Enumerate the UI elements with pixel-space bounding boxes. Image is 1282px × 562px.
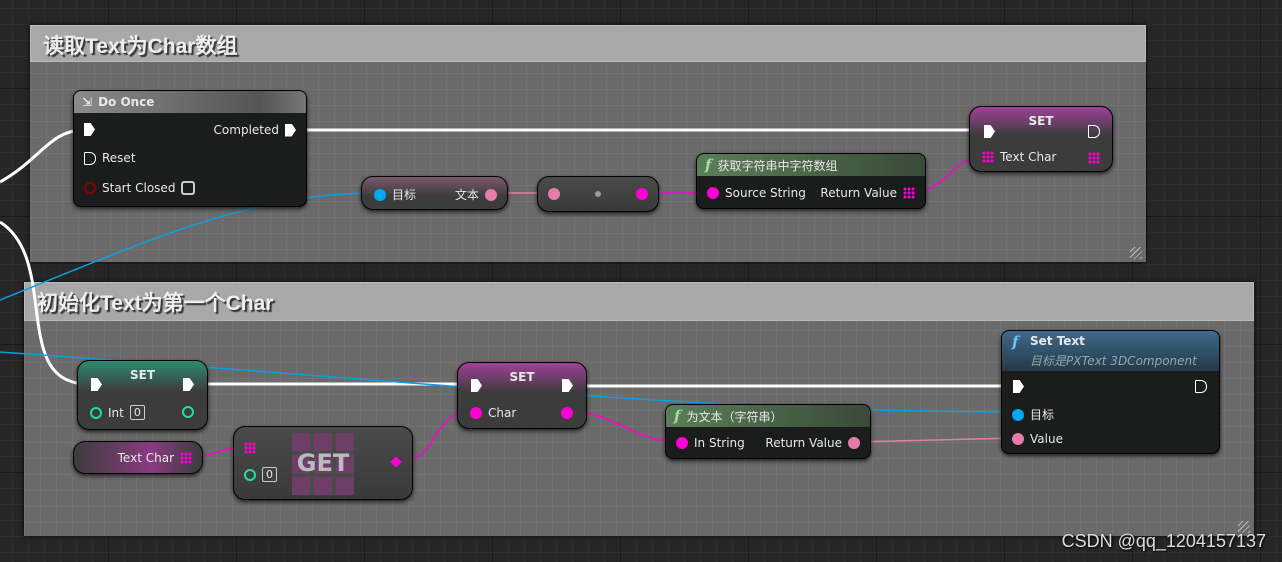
start-closed-label: Start Closed <box>102 181 176 195</box>
var-label: Text Char <box>1000 150 1057 164</box>
node-title: 获取字符串中字符数组 <box>717 158 838 173</box>
text-char-getter-node[interactable]: Text Char <box>73 441 203 474</box>
set-char-node[interactable]: SET Char <box>457 362 587 429</box>
set-text-node[interactable]: f Set Text 目标是PXText 3DComponent 目标 Valu… <box>1001 330 1220 454</box>
index-pin[interactable] <box>244 468 256 481</box>
text-wire <box>851 437 1018 443</box>
function-icon: f <box>705 156 712 174</box>
int-in-pin[interactable] <box>90 406 102 419</box>
conversion-node[interactable] <box>537 176 659 212</box>
object-wire <box>0 192 377 301</box>
return-value-label: Return Value <box>820 186 897 200</box>
var-label: Text Char <box>117 451 174 465</box>
exec-out-pin[interactable] <box>1088 125 1100 138</box>
var-label: Int <box>108 405 124 420</box>
exec-in-pin[interactable] <box>1013 380 1024 393</box>
return-value-pin[interactable] <box>848 437 860 449</box>
index-input[interactable]: 0 <box>262 467 277 482</box>
do-once-node[interactable]: ⇲ Do Once Completed Reset Start Closed <box>73 90 307 207</box>
in-string-label: In String <box>694 436 745 450</box>
text-label: 文本 <box>454 188 479 202</box>
watermark: CSDN @qq_1204157137 <box>1061 531 1266 551</box>
source-string-pin[interactable] <box>707 187 719 199</box>
int-out-pin[interactable] <box>182 406 194 418</box>
return-array-pin[interactable] <box>903 187 915 199</box>
start-closed-pin[interactable] <box>84 182 96 194</box>
reset-label: Reset <box>102 151 136 165</box>
target-pin[interactable] <box>1012 408 1024 421</box>
conv-dot-icon <box>595 191 601 197</box>
var-label: Char <box>488 406 517 420</box>
get-text-node[interactable]: 目标 文本 <box>361 176 508 210</box>
completed-label: Completed <box>213 123 279 137</box>
text-pin[interactable] <box>485 188 497 201</box>
text-char-in-pin[interactable] <box>982 151 994 163</box>
conv-out-pin[interactable] <box>636 188 648 200</box>
do-once-icon: ⇲ <box>82 95 93 109</box>
node-title: Set Text <box>1030 334 1085 348</box>
target-label: 目标 <box>1030 408 1055 422</box>
start-closed-checkbox[interactable] <box>181 181 196 195</box>
exec-wire <box>0 220 89 386</box>
set-int-node[interactable]: SET Int 0 <box>77 360 208 430</box>
value-label: Value <box>1030 432 1063 446</box>
node-subtitle: 目标是PXText 3DComponent <box>1030 354 1197 368</box>
reset-pin[interactable] <box>84 151 96 165</box>
source-string-label: Source String <box>725 186 806 200</box>
node-title: GET <box>296 449 350 477</box>
get-char-array-node[interactable]: f 获取字符串中字符数组 Source String Return Value <box>696 153 926 209</box>
text-char-out-pin[interactable] <box>1088 152 1100 164</box>
exec-in-pin[interactable] <box>84 123 95 136</box>
text-char-out-pin[interactable] <box>180 452 192 464</box>
to-text-node[interactable]: f 为文本（字符串） In String Return Value <box>665 404 871 459</box>
node-title: 为文本（字符串） <box>686 409 783 424</box>
return-value-label: Return Value <box>765 436 842 450</box>
function-icon: f <box>1012 333 1019 351</box>
array-in-pin[interactable] <box>244 442 256 454</box>
target-label: 目标 <box>392 188 417 202</box>
function-icon: f <box>674 407 681 425</box>
conv-in-pin[interactable] <box>548 188 560 200</box>
wires <box>0 128 1018 463</box>
node-title: Do Once <box>98 95 155 109</box>
exec-wire <box>0 128 85 184</box>
char-out-pin[interactable] <box>561 407 573 419</box>
value-pin[interactable] <box>1012 433 1024 445</box>
int-value-input[interactable]: 0 <box>129 405 145 420</box>
completed-pin[interactable] <box>285 123 296 137</box>
exec-out-pin[interactable] <box>1195 380 1207 393</box>
char-in-pin[interactable] <box>470 407 482 419</box>
array-get-node[interactable]: GET 0 <box>233 426 413 500</box>
out-pin[interactable] <box>390 456 402 468</box>
target-pin[interactable] <box>374 188 386 201</box>
set-text-char-node[interactable]: SET Text Char <box>969 106 1113 172</box>
in-string-pin[interactable] <box>676 437 688 449</box>
